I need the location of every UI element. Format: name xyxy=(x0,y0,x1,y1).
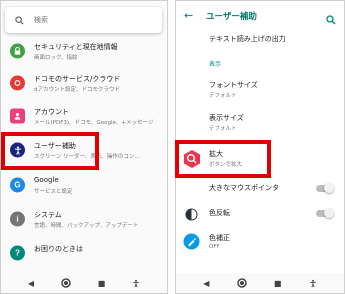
info-icon: i xyxy=(10,211,25,227)
search-placeholder: 検索 xyxy=(34,16,48,24)
tts-output-title: テキスト読み上げの出力 xyxy=(209,35,286,43)
color-inversion-item[interactable]: 色反転 xyxy=(176,201,344,225)
home-nav-icon[interactable] xyxy=(236,278,247,288)
accessibility-icon xyxy=(10,142,25,158)
settings-item-title: お困りのときは xyxy=(34,245,83,253)
color-correction-subtitle: OFF xyxy=(209,244,220,250)
font-size-title: フォントサイズ xyxy=(209,81,258,89)
back-nav-icon[interactable]: ◀ xyxy=(203,279,209,288)
large-mouse-pointer-toggle[interactable] xyxy=(316,183,334,193)
color-correction-title: 色補正 xyxy=(209,234,230,242)
home-nav-icon[interactable] xyxy=(61,278,71,288)
app-bar: ← ユーザー補助 xyxy=(176,1,344,34)
magnification-title: 拡大 xyxy=(209,150,223,158)
help-icon: ? xyxy=(10,245,25,261)
recents-nav-icon[interactable]: ■ xyxy=(98,279,106,288)
settings-item-system[interactable]: i システム 言語、時間、バックアップ、アップデート xyxy=(1,203,167,235)
magnification-subtitle: ボタンで拡大 xyxy=(209,162,243,168)
search-input[interactable]: 検索 xyxy=(5,7,162,33)
accessibility-screen-panel: ← ユーザー補助 テキスト読み上げの出力 表示 フォントサイズ デフォルト 表示… xyxy=(175,0,345,294)
magnification-item[interactable]: 拡大 ボタンで拡大 xyxy=(176,143,344,175)
settings-item-subtitle: メール(PDF3)、ドコモ、Google、+メッセージ xyxy=(34,120,154,126)
font-size-subtitle: デフォルト xyxy=(209,93,237,99)
accessibility-shortcut-icon[interactable] xyxy=(309,279,317,288)
settings-item-security[interactable]: セキュリティと現在地情報 画面ロック、指紋 xyxy=(1,35,167,67)
settings-item-subtitle: dアカウント設定、ドコモクラウド xyxy=(34,87,120,93)
settings-item-title: ドコモのサービス/クラウド xyxy=(34,75,121,83)
docomo-icon xyxy=(10,75,25,91)
settings-item-account[interactable]: アカウント メール(PDF3)、ドコモ、Google、+メッセージ xyxy=(1,100,167,132)
back-arrow-icon[interactable]: ← xyxy=(184,9,193,22)
settings-item-docomo[interactable]: ドコモのサービス/クラウド dアカウント設定、ドコモクラウド xyxy=(1,67,167,99)
navigation-bar: ◀ ■ xyxy=(1,273,167,293)
large-mouse-pointer-title: 大きなマウスポインタ xyxy=(209,184,279,192)
color-inversion-icon xyxy=(185,206,198,225)
lock-icon xyxy=(10,43,25,59)
settings-list-panel: 検索 セキュリティと現在地情報 画面ロック、指紋 ドコモのサービス/クラウド d… xyxy=(0,0,168,294)
settings-item-title: Google xyxy=(34,176,59,184)
accessibility-shortcut-icon[interactable] xyxy=(132,279,140,288)
account-icon xyxy=(10,108,25,124)
page-title: ユーザー補助 xyxy=(206,12,257,22)
navigation-bar: ◀ ■ xyxy=(176,273,344,293)
section-header-label: 表示 xyxy=(209,61,222,68)
settings-item-subtitle: 画面ロック、指紋 xyxy=(34,55,78,61)
color-inversion-title: 色反転 xyxy=(209,209,230,217)
display-size-subtitle: デフォルト xyxy=(209,126,237,132)
search-icon xyxy=(15,15,24,25)
settings-item-subtitle: 言語、時間、バックアップ、アップデート xyxy=(34,223,139,229)
settings-item-title: セキュリティと現在地情報 xyxy=(34,43,118,51)
back-nav-icon[interactable]: ◀ xyxy=(28,279,34,288)
settings-item-title: ユーザー補助 xyxy=(34,142,76,150)
settings-item-google[interactable]: G Google サービスと設定 xyxy=(1,169,167,201)
settings-item-title: システム xyxy=(34,211,62,219)
large-mouse-pointer-item[interactable]: 大きなマウスポインタ xyxy=(176,179,344,197)
display-size-item[interactable]: 表示サイズ デフォルト xyxy=(176,108,344,138)
google-icon: G xyxy=(10,177,25,193)
color-correction-item[interactable]: 色補正 OFF xyxy=(176,229,344,257)
display-size-title: 表示サイズ xyxy=(209,114,244,122)
settings-item-accessibility[interactable]: ユーザー補助 スクリーン リーダー、表示、操作のコン... xyxy=(1,134,167,166)
color-inversion-toggle[interactable] xyxy=(316,208,334,218)
settings-item-title: アカウント xyxy=(34,108,69,116)
tts-output-item[interactable]: テキスト読み上げの出力 xyxy=(176,34,344,52)
settings-item-subtitle: サービスと設定 xyxy=(34,189,73,195)
color-correction-icon xyxy=(183,233,200,250)
recents-nav-icon[interactable]: ■ xyxy=(274,279,282,288)
settings-item-subtitle: スクリーン リーダー、表示、操作のコン... xyxy=(34,154,140,160)
settings-item-help[interactable]: ? お困りのときは xyxy=(1,237,167,269)
font-size-item[interactable]: フォントサイズ デフォルト xyxy=(176,75,344,105)
section-header-display: 表示 xyxy=(176,56,344,72)
magnification-icon xyxy=(182,149,202,169)
search-icon[interactable] xyxy=(326,10,336,29)
